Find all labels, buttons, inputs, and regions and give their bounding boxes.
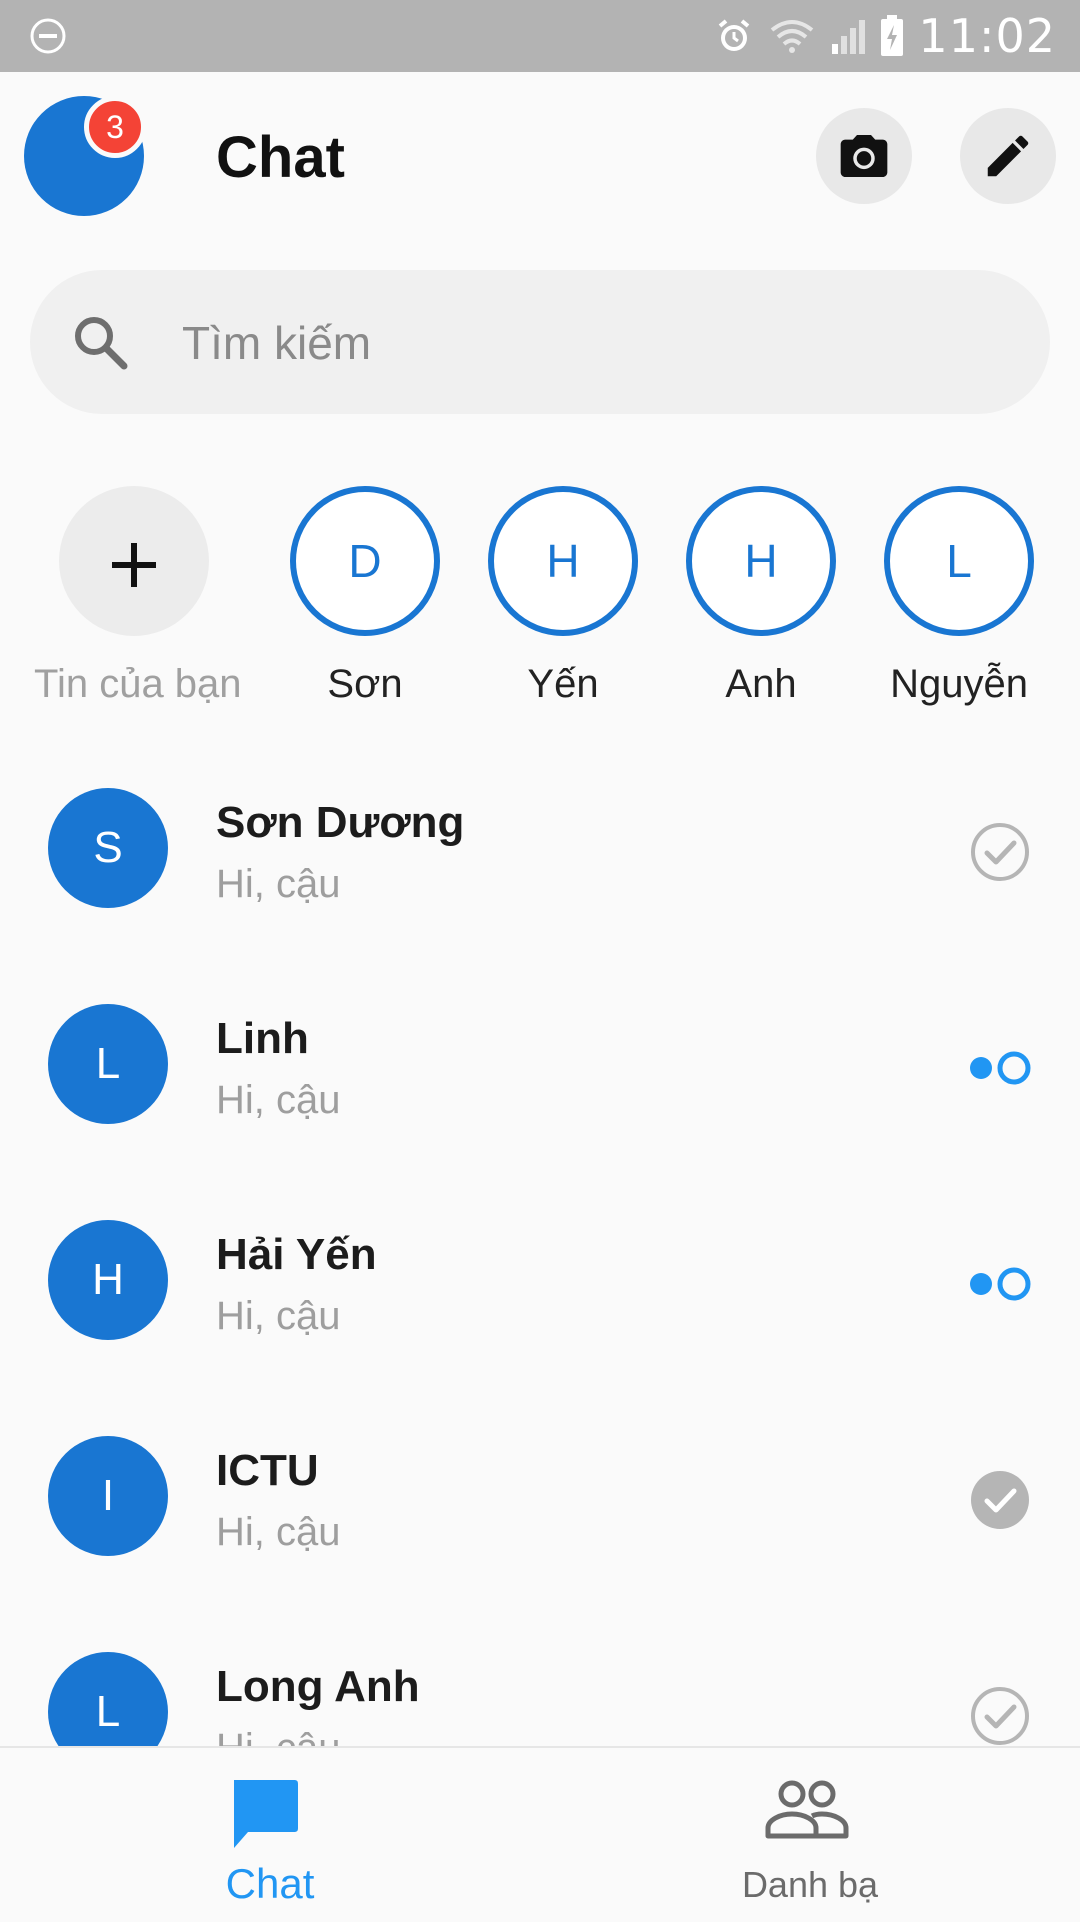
do-not-disturb-icon bbox=[30, 18, 66, 54]
story-avatar: H bbox=[686, 486, 836, 636]
story-label: Sơn bbox=[327, 662, 403, 706]
compose-button[interactable] bbox=[960, 108, 1056, 204]
search-bar[interactable] bbox=[30, 270, 1050, 414]
story-add-own[interactable]: Tin của bạn bbox=[34, 486, 242, 707]
clock: 11:02 bbox=[918, 9, 1056, 63]
story-label: Yến bbox=[527, 662, 599, 706]
chat-preview: Hi, cậu bbox=[216, 1294, 341, 1338]
sent-check-icon bbox=[971, 1687, 1029, 1745]
tab-contacts-label: Danh bạ bbox=[741, 1864, 879, 1905]
chat-row[interactable]: H Hải Yến Hi, cậu bbox=[0, 1170, 1080, 1386]
chat-bubble-icon bbox=[234, 1780, 298, 1848]
chat-row[interactable]: L Long Anh Hi, cậu bbox=[0, 1602, 1080, 1746]
stories-row: Tin của bạn D Sơn H Yến H Anh L Nguyễn bbox=[0, 486, 1080, 706]
delivered-check-icon bbox=[971, 1471, 1029, 1529]
chat-preview: Hi, cậu bbox=[216, 862, 341, 906]
tab-chat-label: Chat bbox=[225, 1860, 315, 1907]
chat-name: Sơn Dương bbox=[216, 798, 465, 847]
story-item[interactable]: D Sơn bbox=[265, 486, 465, 707]
avatar: H bbox=[48, 1220, 168, 1340]
sent-check-icon bbox=[971, 823, 1029, 881]
story-item[interactable]: L Nguyễn bbox=[859, 486, 1059, 707]
add-story-button[interactable] bbox=[59, 486, 209, 636]
story-label: Tin của bạn bbox=[34, 662, 242, 706]
camera-icon bbox=[840, 135, 888, 177]
tab-chat[interactable]: Chat bbox=[0, 1748, 540, 1922]
story-avatar: D bbox=[290, 486, 440, 636]
story-avatar: L bbox=[884, 486, 1034, 636]
chat-name: Long Anh bbox=[216, 1662, 420, 1711]
header: 3 Chat bbox=[0, 72, 1080, 242]
plus-icon bbox=[112, 542, 156, 587]
story-item[interactable]: H Yến bbox=[463, 486, 663, 707]
tab-contacts[interactable]: Danh bạ bbox=[540, 1748, 1080, 1922]
avatar: L bbox=[48, 1652, 168, 1746]
sending-icon bbox=[970, 1051, 1031, 1085]
chat-name: Linh bbox=[216, 1014, 309, 1063]
notification-badge: 3 bbox=[84, 96, 146, 158]
story-label: Anh bbox=[725, 662, 797, 706]
sending-icon bbox=[970, 1267, 1031, 1301]
chat-list[interactable]: S Sơn Dương Hi, cậu L Linh Hi, cậu H Hải… bbox=[0, 738, 1080, 1746]
wifi-icon bbox=[771, 20, 814, 53]
status-bar: 11:02 bbox=[0, 0, 1080, 72]
pencil-icon bbox=[987, 135, 1029, 177]
story-item[interactable]: H Anh bbox=[661, 486, 861, 707]
avatar: S bbox=[48, 788, 168, 908]
search-icon bbox=[75, 317, 128, 370]
chat-preview: Hi, cậu bbox=[216, 1726, 341, 1746]
battery-charging-icon bbox=[881, 15, 904, 56]
chat-row[interactable]: L Linh Hi, cậu bbox=[0, 954, 1080, 1170]
alarm-icon bbox=[719, 19, 750, 51]
avatar: L bbox=[48, 1004, 168, 1124]
bottom-navigation: Chat Danh bạ bbox=[0, 1746, 1080, 1922]
search-input[interactable] bbox=[180, 308, 984, 378]
chat-name: ICTU bbox=[216, 1446, 319, 1495]
signal-icon bbox=[832, 20, 866, 54]
avatar: I bbox=[48, 1436, 168, 1556]
people-icon bbox=[765, 1780, 849, 1839]
chat-row[interactable]: S Sơn Dương Hi, cậu bbox=[0, 738, 1080, 954]
chat-row[interactable]: I ICTU Hi, cậu bbox=[0, 1386, 1080, 1602]
chat-preview: Hi, cậu bbox=[216, 1078, 341, 1122]
story-avatar: H bbox=[488, 486, 638, 636]
chat-name: Hải Yến bbox=[216, 1230, 377, 1279]
page-title: Chat bbox=[216, 125, 345, 190]
story-label: Nguyễn bbox=[890, 662, 1028, 706]
chat-preview: Hi, cậu bbox=[216, 1510, 341, 1554]
camera-button[interactable] bbox=[816, 108, 912, 204]
